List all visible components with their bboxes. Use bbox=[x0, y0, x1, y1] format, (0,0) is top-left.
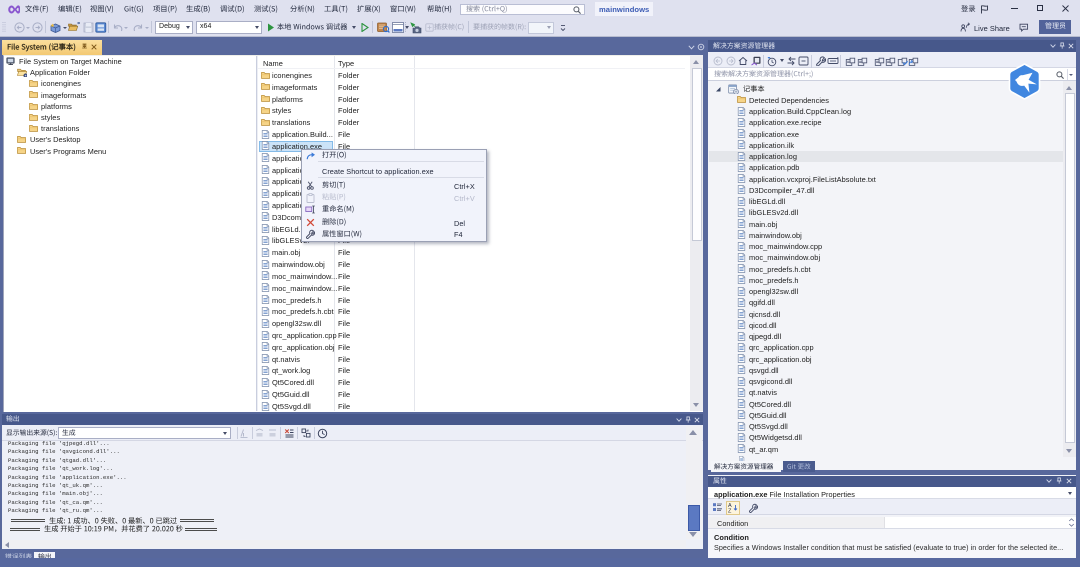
svg-text:Z: Z bbox=[728, 509, 732, 514]
